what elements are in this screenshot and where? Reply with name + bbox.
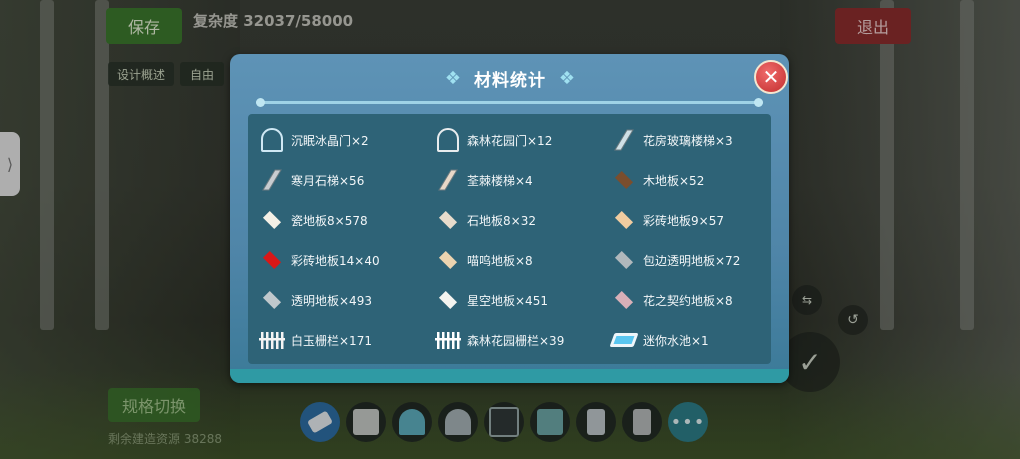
jade-fence-icon bbox=[258, 326, 286, 354]
material-item: 彩砖地板9×57 bbox=[610, 200, 768, 240]
material-item: 森林花园栅栏×39 bbox=[434, 320, 610, 360]
material-item: 喵呜地板×8 bbox=[434, 240, 610, 280]
material-label: 包边透明地板×72 bbox=[643, 253, 741, 268]
material-label: 星空地板×451 bbox=[467, 293, 548, 308]
glass-floor-icon bbox=[258, 286, 286, 314]
glass-stair-icon bbox=[610, 126, 638, 154]
material-item: 花房玻璃楼梯×3 bbox=[610, 120, 768, 160]
material-label: 彩砖地板9×57 bbox=[643, 213, 724, 228]
starry-floor-icon bbox=[434, 286, 462, 314]
material-label: 喵呜地板×8 bbox=[467, 253, 533, 268]
material-item: 木地板×52 bbox=[610, 160, 768, 200]
divider-dot-icon bbox=[256, 98, 265, 107]
material-label: 寒月石梯×56 bbox=[291, 173, 365, 188]
material-grid: 沉眠冰晶门×2 森林花园门×12 花房玻璃楼梯×3 寒月石梯×56 荃棘楼梯×4 木地板×… bbox=[258, 120, 768, 360]
material-label: 瓷地板8×578 bbox=[291, 213, 368, 228]
garden-gate-icon bbox=[434, 126, 462, 154]
thorn-stair-icon bbox=[434, 166, 462, 194]
material-label: 森林花园栅栏×39 bbox=[467, 333, 565, 348]
material-item: 沉眠冰晶门×2 bbox=[258, 120, 434, 160]
material-label: 沉眠冰晶门×2 bbox=[291, 133, 369, 148]
title-divider bbox=[256, 98, 763, 107]
material-label: 迷你水池×1 bbox=[643, 333, 709, 348]
tile-floor-icon bbox=[258, 206, 286, 234]
wood-floor-icon bbox=[610, 166, 638, 194]
material-label: 木地板×52 bbox=[643, 173, 705, 188]
edged-glass-floor-icon bbox=[610, 246, 638, 274]
material-label: 石地板8×32 bbox=[467, 213, 536, 228]
dialog-header: ❖ 材料统计 ❖ bbox=[410, 63, 610, 93]
material-item: 森林花园门×12 bbox=[434, 120, 610, 160]
dialog-footer-band bbox=[230, 369, 789, 383]
stone-stair-icon bbox=[258, 166, 286, 194]
flower-floor-icon bbox=[610, 286, 638, 314]
material-label: 花房玻璃楼梯×3 bbox=[643, 133, 733, 148]
material-item: 荃棘楼梯×4 bbox=[434, 160, 610, 200]
material-label: 白玉栅栏×171 bbox=[291, 333, 372, 348]
dialog-title: 材料统计 bbox=[474, 70, 546, 91]
material-label: 荃棘楼梯×4 bbox=[467, 173, 533, 188]
crystal-gate-icon bbox=[258, 126, 286, 154]
material-stats-dialog: ❖ 材料统计 ❖ ✕ 沉眠冰晶门×2 森林花园门×12 花房玻璃楼梯×3 寒月石梯×5… bbox=[230, 54, 789, 383]
color-brick-floor-icon bbox=[610, 206, 638, 234]
ornament-left-icon: ❖ bbox=[444, 67, 462, 89]
material-label: 彩砖地板14×40 bbox=[291, 253, 380, 268]
material-item: 瓷地板8×578 bbox=[258, 200, 434, 240]
mini-pool-icon bbox=[609, 326, 639, 354]
material-label: 森林花园门×12 bbox=[467, 133, 553, 148]
close-button[interactable]: ✕ bbox=[754, 60, 788, 94]
material-list-panel: 沉眠冰晶门×2 森林花园门×12 花房玻璃楼梯×3 寒月石梯×56 荃棘楼梯×4 木地板×… bbox=[248, 114, 771, 364]
material-label: 花之契约地板×8 bbox=[643, 293, 733, 308]
divider-dot-icon bbox=[754, 98, 763, 107]
material-label: 透明地板×493 bbox=[291, 293, 372, 308]
material-item: 彩砖地板14×40 bbox=[258, 240, 434, 280]
garden-fence-icon bbox=[434, 326, 462, 354]
material-item: 花之契约地板×8 bbox=[610, 280, 768, 320]
material-item: 透明地板×493 bbox=[258, 280, 434, 320]
stone-floor-icon bbox=[434, 206, 462, 234]
meow-floor-icon bbox=[434, 246, 462, 274]
red-brick-floor-icon bbox=[258, 246, 286, 274]
material-item: 白玉栅栏×171 bbox=[258, 320, 434, 360]
material-item: 星空地板×451 bbox=[434, 280, 610, 320]
material-item: 迷你水池×1 bbox=[609, 320, 768, 360]
ornament-right-icon: ❖ bbox=[558, 67, 576, 89]
material-item: 石地板8×32 bbox=[434, 200, 610, 240]
material-item: 寒月石梯×56 bbox=[258, 160, 434, 200]
material-item: 包边透明地板×72 bbox=[610, 240, 768, 280]
